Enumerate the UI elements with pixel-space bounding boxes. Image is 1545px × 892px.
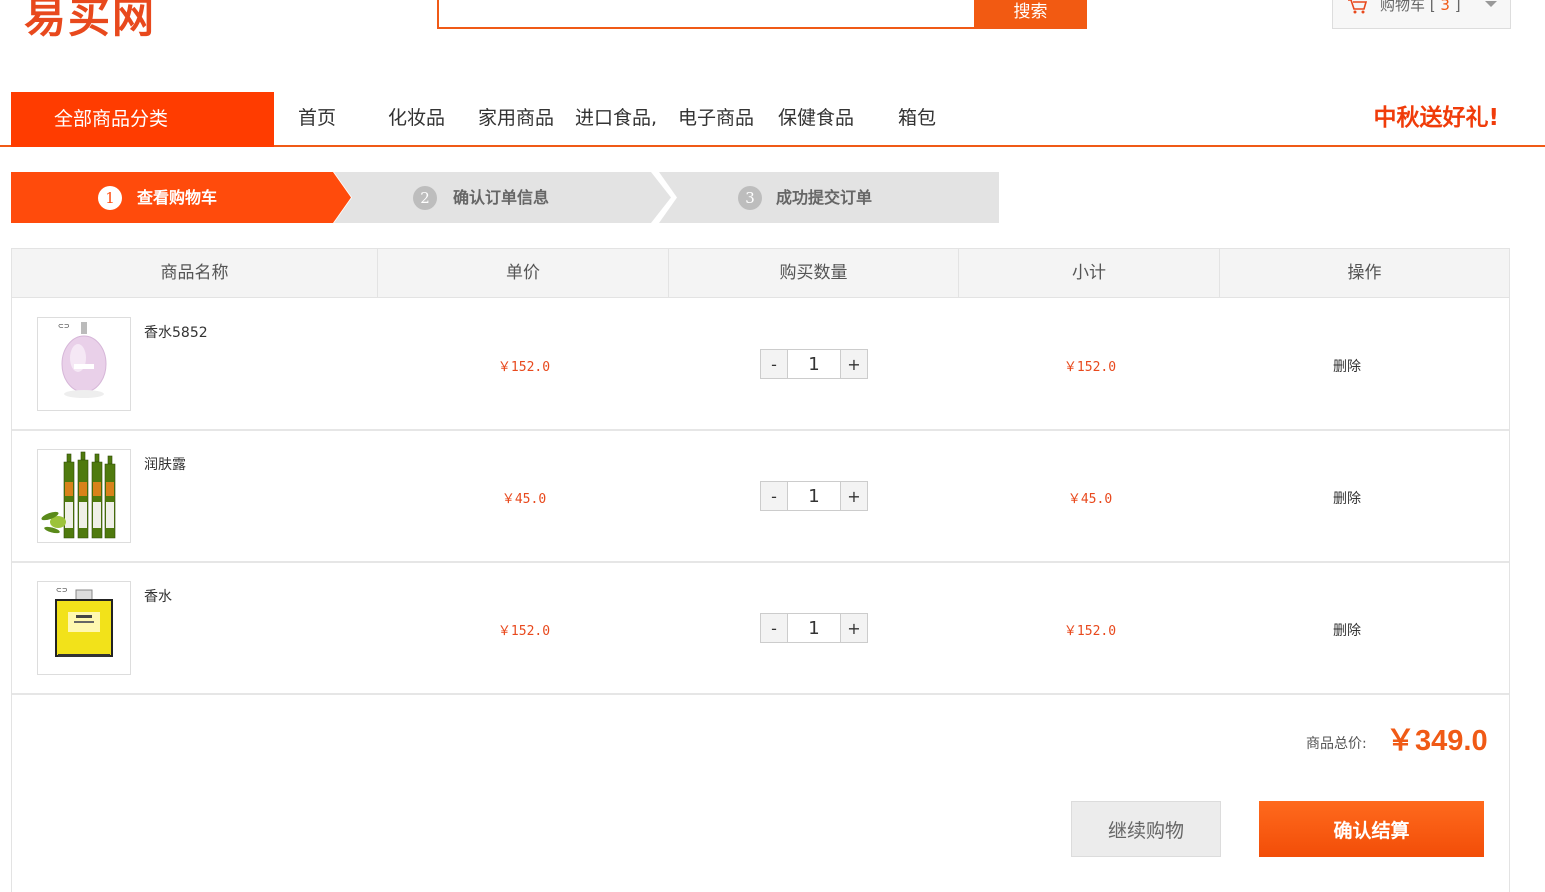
- nav-item-bags[interactable]: 箱包: [898, 92, 936, 145]
- yellow-perfume-image: ⊂⊃: [38, 582, 130, 674]
- decrease-quantity-button[interactable]: -: [760, 613, 788, 643]
- quantity-stepper: - +: [760, 349, 868, 379]
- site-logo[interactable]: 易买网: [24, 0, 156, 45]
- column-header-quantity: 购买数量: [669, 249, 959, 297]
- product-image[interactable]: [37, 449, 131, 543]
- decrease-quantity-button[interactable]: -: [760, 481, 788, 511]
- nav-item-household[interactable]: 家用商品: [478, 92, 554, 145]
- search-bar: 搜索: [437, 0, 1087, 29]
- step-number: 2: [413, 186, 437, 210]
- cart-count: 3: [1440, 0, 1450, 14]
- step-number: 1: [98, 186, 122, 210]
- column-header-action: 操作: [1347, 263, 1382, 283]
- product-name[interactable]: 香水5852: [144, 322, 208, 342]
- search-button[interactable]: 搜索: [974, 0, 1087, 27]
- table-row: ⊂⊃ 香水5852 ￥152.0 - + ￥152.0 删除: [12, 298, 1509, 431]
- column-header-price: 单价: [378, 249, 669, 297]
- subtotal: ￥152.0: [1063, 360, 1117, 375]
- svg-text:⊂⊃: ⊂⊃: [56, 586, 68, 594]
- nav-item-health-food[interactable]: 保健食品: [778, 92, 854, 145]
- increase-quantity-button[interactable]: +: [840, 349, 868, 379]
- unit-price: ￥152.0: [497, 624, 551, 639]
- pink-perfume-image: ⊂⊃: [38, 318, 130, 410]
- quantity-input[interactable]: [787, 613, 841, 643]
- table-header: 商品名称 单价 购买数量 小计 操作: [12, 249, 1509, 298]
- delete-link[interactable]: 删除: [1312, 356, 1382, 376]
- product-image[interactable]: ⊂⊃: [37, 581, 131, 675]
- step-number: 3: [738, 186, 762, 210]
- total-price-value: ￥349.0: [1386, 725, 1488, 757]
- main-nav: 全部商品分类 首页 化妆品 家用商品 进口食品, 电子商品 保健食品 箱包 中秋…: [0, 92, 1545, 147]
- subtotal: ￥152.0: [1063, 624, 1117, 639]
- column-header-subtotal: 小计: [959, 249, 1220, 297]
- unit-price: ￥152.0: [497, 360, 551, 375]
- delete-link[interactable]: 删除: [1312, 620, 1382, 640]
- step-submit-order: 3 成功提交订单: [659, 172, 999, 223]
- product-name[interactable]: 润肤露: [144, 454, 186, 474]
- promo-text[interactable]: 中秋送好礼!: [1374, 92, 1500, 145]
- table-row: ⊂⊃ 香水 ￥152.0 - + ￥152.0 删除: [12, 562, 1509, 695]
- all-categories-button[interactable]: 全部商品分类: [11, 92, 274, 147]
- decrease-quantity-button[interactable]: -: [760, 349, 788, 379]
- product-name[interactable]: 香水: [144, 586, 172, 606]
- column-header-product: 商品名称: [12, 249, 378, 297]
- cart-table: 商品名称 单价 购买数量 小计 操作 ⊂⊃ 香水5852 ￥152.0 - + …: [11, 248, 1510, 892]
- unit-price: ￥45.0: [501, 492, 547, 507]
- search-input[interactable]: [439, 0, 975, 27]
- increase-quantity-button[interactable]: +: [840, 613, 868, 643]
- quantity-input[interactable]: [787, 481, 841, 511]
- quantity-stepper: - +: [760, 613, 868, 643]
- step-view-cart: 1 查看购物车: [11, 172, 351, 223]
- delete-link[interactable]: 删除: [1312, 488, 1382, 508]
- nav-item-home[interactable]: 首页: [298, 92, 336, 145]
- total-price-label: 商品总价:: [1306, 736, 1367, 752]
- step-label: 确认订单信息: [453, 188, 550, 207]
- mini-cart-text: 购物车 [ 3 ]: [1380, 0, 1461, 15]
- cart-icon: [1348, 0, 1368, 14]
- subtotal: ￥45.0: [1067, 492, 1113, 507]
- olive-oil-bottles-image: [38, 450, 130, 542]
- quantity-input[interactable]: [787, 349, 841, 379]
- chevron-down-icon: [1485, 1, 1497, 7]
- checkout-steps: 1 查看购物车 2 确认订单信息 3 成功提交订单: [11, 172, 999, 223]
- nav-item-electronics[interactable]: 电子商品: [678, 92, 754, 145]
- increase-quantity-button[interactable]: +: [840, 481, 868, 511]
- step-label: 成功提交订单: [776, 188, 873, 207]
- product-image[interactable]: ⊂⊃: [37, 317, 131, 411]
- nav-item-imported-food[interactable]: 进口食品,: [575, 92, 657, 145]
- continue-shopping-button[interactable]: 继续购物: [1071, 801, 1221, 857]
- step-confirm-order: 2 确认订单信息: [334, 172, 671, 223]
- quantity-stepper: - +: [760, 481, 868, 511]
- mini-cart[interactable]: 购物车 [ 3 ]: [1332, 0, 1511, 29]
- step-label: 查看购物车: [137, 188, 218, 207]
- nav-item-cosmetics[interactable]: 化妆品: [388, 92, 445, 145]
- table-row: 润肤露 ￥45.0 - + ￥45.0 删除: [12, 430, 1509, 563]
- checkout-button[interactable]: 确认结算: [1259, 801, 1484, 857]
- svg-text:⊂⊃: ⊂⊃: [58, 322, 70, 330]
